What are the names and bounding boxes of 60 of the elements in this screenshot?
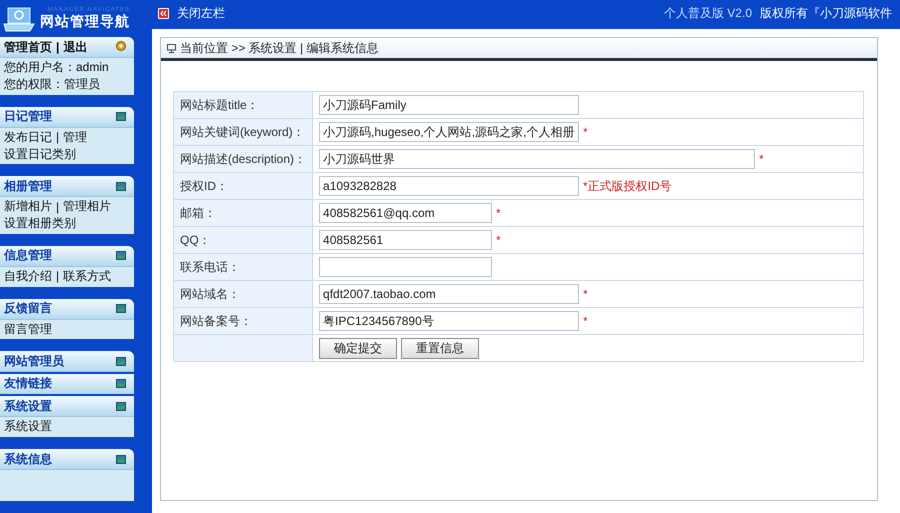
nav-link[interactable]: 管理 <box>63 128 88 146</box>
form-button[interactable]: 确定提交 <box>319 338 398 358</box>
input-field[interactable]: 粤IPC1234567890号 <box>319 311 580 331</box>
required-mark: * <box>583 314 588 328</box>
field-label: 网站标题title： <box>180 98 259 112</box>
input-field[interactable]: 小刀源码Family <box>319 95 580 115</box>
panel-icon[interactable] <box>116 379 126 388</box>
separator: | <box>56 269 60 284</box>
toggle-sidebar-link[interactable]: 关闭左栏 <box>177 4 225 22</box>
field-label: 网站关键词(keyword)： <box>180 124 305 138</box>
panel-icon[interactable] <box>116 402 126 411</box>
input-field[interactable]: 小刀源码,hugeseo,个人网站,源码之家,个人相册 <box>319 122 580 142</box>
field-hint: *正式版授权ID号 <box>583 178 672 194</box>
nav-link[interactable]: 设置相册类别 <box>4 215 76 232</box>
nav-link[interactable]: 设置日记类别 <box>4 146 76 163</box>
account-info: 您的权限：管理员 <box>4 76 100 94</box>
field-label: 网站域名： <box>180 286 240 300</box>
nav-link[interactable]: 退出 <box>63 38 88 56</box>
copyright-text: 版权所有『小刀源码软件 <box>760 4 892 22</box>
input-field[interactable]: qfdt2007.taobao.com <box>319 284 580 304</box>
required-mark: * <box>583 125 588 139</box>
required-mark: * <box>759 152 764 166</box>
panel-icon[interactable] <box>116 454 126 464</box>
panel-icon[interactable] <box>116 356 126 366</box>
breadcrumb: 当前位置 >> 系统设置 | 编辑系统信息 <box>180 40 378 56</box>
nav-link[interactable]: 管理首页 <box>4 38 52 56</box>
form-button[interactable]: 重置信息 <box>401 338 480 358</box>
field-label: 授权ID： <box>180 178 228 192</box>
nav-link[interactable]: 管理相片 <box>63 198 112 216</box>
field-label: 联系电话： <box>180 260 240 274</box>
input-field[interactable]: 408582561 <box>319 230 492 250</box>
input-field[interactable]: 408582561@qq.com <box>319 203 492 223</box>
home-icon[interactable] <box>116 41 126 52</box>
separator: | <box>56 200 60 214</box>
collapse-icon[interactable] <box>158 8 169 18</box>
nav-link[interactable]: 发布日记 <box>4 128 52 146</box>
panel-icon[interactable] <box>116 112 126 122</box>
field-label: 网站备案号： <box>180 314 252 328</box>
field-label: 网站描述(description)： <box>180 152 306 166</box>
nav-link[interactable]: 新增相片 <box>4 198 52 216</box>
laptop-icon <box>2 4 36 33</box>
edition-label: 个人普及版 V2.0 <box>664 4 752 22</box>
panel-icon[interactable] <box>116 251 126 260</box>
panel-icon[interactable] <box>116 304 126 314</box>
field-label: 邮箱： <box>180 206 216 220</box>
separator: | <box>56 40 60 54</box>
input-field[interactable] <box>319 257 492 277</box>
required-mark: * <box>583 287 588 301</box>
input-field[interactable]: 小刀源码世界 <box>319 149 756 169</box>
panel-icon[interactable] <box>116 182 126 191</box>
nav-link[interactable]: 自我介绍 <box>4 268 52 285</box>
field-label: QQ： <box>180 232 211 246</box>
account-info: 您的用户名：admin <box>4 59 109 76</box>
separator: | <box>56 130 60 144</box>
monitor-icon <box>167 44 176 52</box>
required-mark: * <box>496 233 501 247</box>
input-field[interactable]: a1093282828 <box>319 176 580 196</box>
required-mark: * <box>496 206 501 220</box>
logo-title: 网站管理导航 <box>40 12 130 31</box>
nav-link[interactable]: 联系方式 <box>63 268 112 285</box>
